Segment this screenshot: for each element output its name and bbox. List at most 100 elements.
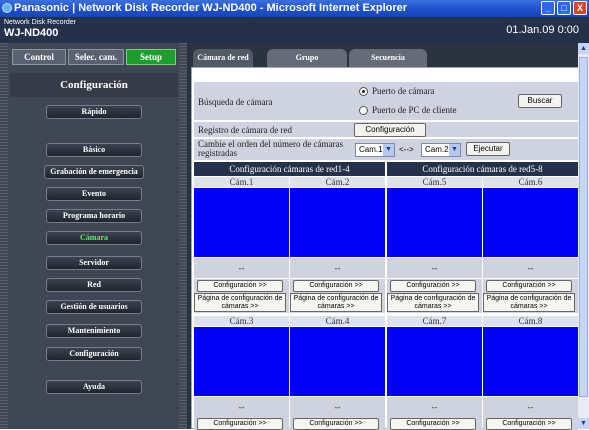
- scrollbar-thumb[interactable]: [579, 57, 588, 397]
- camera-config-button-6[interactable]: Configuración >>: [486, 280, 572, 292]
- tab-control[interactable]: Control: [12, 49, 66, 65]
- radio-client-port[interactable]: Puerto de PC de cliente: [356, 102, 466, 119]
- camera-status-7: --: [387, 397, 482, 417]
- register-config-button[interactable]: Configuración: [354, 123, 426, 137]
- camera-config-button-7[interactable]: Configuración >>: [390, 418, 476, 430]
- search-button[interactable]: Buscar: [518, 94, 562, 108]
- camera-status-6: --: [483, 258, 578, 278]
- camera-label-1: Cám.1: [194, 177, 289, 187]
- sidebar-item-gestion-usuarios[interactable]: Gestión de usuarios: [46, 300, 142, 314]
- sidebar: Control Selec. cam. Setup Configuración …: [0, 43, 187, 429]
- camera-view-4[interactable]: [290, 327, 385, 396]
- camera-view-5[interactable]: [387, 188, 482, 257]
- order-from-value: Cam.1: [359, 145, 383, 154]
- sidebar-stripes-left: [0, 43, 8, 429]
- camera-status-4: --: [290, 397, 385, 417]
- camera-label-3: Cám.3: [194, 316, 289, 326]
- execute-button[interactable]: Ejecutar: [466, 142, 510, 156]
- sidebar-item-red[interactable]: Red: [46, 278, 142, 292]
- radio-camera-port[interactable]: Puerto de cámara: [356, 83, 466, 100]
- camera-config-cell-1: Configuración >> Página de configuración…: [194, 279, 289, 313]
- camera-view-6[interactable]: [483, 188, 578, 257]
- camera-settings-panel: Búsqueda de cámara Puerto de cámara Puer…: [191, 67, 581, 430]
- order-row: Cambie el orden del número de cámaras re…: [194, 139, 578, 161]
- camera-status-8: --: [483, 397, 578, 417]
- scroll-down-icon[interactable]: ▼: [578, 418, 589, 429]
- camera-label-8: Cám.8: [483, 316, 578, 326]
- tab-grupo[interactable]: Grupo: [267, 49, 347, 67]
- camera-config-cell-6: Configuración >> Página de configuración…: [483, 279, 578, 313]
- sidebar-item-configuracion[interactable]: Configuración: [46, 347, 142, 361]
- order-from-select[interactable]: Cam.1 ▼: [355, 143, 395, 157]
- camera-label-5: Cám.5: [387, 177, 482, 187]
- chevron-down-icon: ▼: [383, 144, 394, 156]
- minimize-button[interactable]: _: [541, 1, 555, 15]
- vertical-scrollbar[interactable]: ▲ ▼: [578, 43, 589, 429]
- camera-label-7: Cám.7: [387, 316, 482, 326]
- camera-page-button-1[interactable]: Página de configuración de cámaras >>: [194, 293, 286, 312]
- sidebar-item-programa-horario[interactable]: Programa horario: [46, 209, 142, 223]
- camera-config-button-3[interactable]: Configuración >>: [197, 418, 283, 430]
- sidebar-item-mantenimiento[interactable]: Mantenimiento: [46, 324, 142, 338]
- app-header: Network Disk Recorder WJ-ND400 01.Jan.09…: [0, 17, 589, 43]
- sidebar-item-ayuda[interactable]: Ayuda: [46, 380, 142, 394]
- model-name: WJ-ND400: [4, 27, 59, 39]
- sidebar-stripes-right: [179, 43, 187, 429]
- camera-config-button-1[interactable]: Configuración >>: [197, 280, 283, 292]
- close-button[interactable]: X: [573, 1, 587, 15]
- camera-view-7[interactable]: [387, 327, 482, 396]
- chevron-down-icon: ▼: [449, 144, 460, 156]
- camera-config-cell-5: Configuración >> Página de configuración…: [387, 279, 482, 313]
- camera-view-3[interactable]: [194, 327, 289, 396]
- camera-status-2: --: [290, 258, 385, 278]
- camera-config-button-2[interactable]: Configuración >>: [293, 280, 379, 292]
- sidebar-item-rapido[interactable]: Rápido: [46, 105, 142, 119]
- camera-label-6: Cám.6: [483, 177, 578, 187]
- order-to-select[interactable]: Cam.2 ▼: [421, 143, 461, 157]
- camera-config-cell-2: Configuración >> Página de configuración…: [290, 279, 385, 313]
- search-label: Búsqueda de cámara: [198, 97, 273, 107]
- swap-label: <-->: [399, 145, 414, 154]
- tab-setup[interactable]: Setup: [126, 49, 176, 65]
- camera-view-8[interactable]: [483, 327, 578, 396]
- maximize-button[interactable]: □: [557, 1, 571, 15]
- radio-dot-selected: [359, 87, 368, 96]
- radio-dot: [359, 106, 368, 115]
- sidebar-item-basico[interactable]: Básico: [46, 143, 142, 157]
- sidebar-section-title: Configuración: [10, 73, 178, 97]
- camera-config-cell-4: Configuración >>: [290, 417, 385, 430]
- product-subtitle: Network Disk Recorder: [4, 19, 76, 26]
- window-titlebar[interactable]: Panasonic | Network Disk Recorder WJ-ND4…: [0, 0, 589, 17]
- camera-label-2: Cám.2: [290, 177, 385, 187]
- camera-view-2[interactable]: [290, 188, 385, 257]
- camera-page-button-5[interactable]: Página de configuración de cámaras >>: [387, 293, 479, 312]
- sidebar-item-camara[interactable]: Cámara: [46, 231, 142, 245]
- camera-config-cell-3: Configuración >>: [194, 417, 289, 430]
- ie-icon: [2, 3, 12, 13]
- order-label: Cambie el orden del número de cámaras re…: [198, 139, 343, 158]
- camera-page-button-6[interactable]: Página de configuración de cámaras >>: [483, 293, 575, 312]
- camera-config-cell-7: Configuración >>: [387, 417, 482, 430]
- radio-label-camera-port: Puerto de cámara: [372, 86, 435, 96]
- tab-camara-de-red[interactable]: Cámara de red: [193, 49, 253, 67]
- tab-select-camera[interactable]: Selec. cam.: [68, 49, 124, 65]
- register-label: Registro de cámara de red: [198, 125, 292, 135]
- tab-secuencia[interactable]: Secuencia: [349, 49, 427, 67]
- scroll-up-icon[interactable]: ▲: [578, 43, 589, 54]
- camera-view-1[interactable]: [194, 188, 289, 257]
- datetime-display: 01.Jan.09 0:00: [506, 24, 579, 36]
- camera-config-button-8[interactable]: Configuración >>: [486, 418, 572, 430]
- register-row: Registro de cámara de red Configuración: [194, 122, 578, 138]
- main-content: Cámara de red Grupo Secuencia Búsqueda d…: [187, 43, 589, 430]
- sidebar-item-servidor[interactable]: Servidor: [46, 256, 142, 270]
- camera-label-4: Cám.4: [290, 316, 385, 326]
- sidebar-item-evento[interactable]: Evento: [46, 187, 142, 201]
- window-title: Panasonic | Network Disk Recorder WJ-ND4…: [14, 2, 408, 14]
- camera-config-button-4[interactable]: Configuración >>: [293, 418, 379, 430]
- camera-page-button-2[interactable]: Página de configuración de cámaras >>: [290, 293, 382, 312]
- sidebar-item-grabacion-emergencia[interactable]: Grabación de emergencia: [44, 165, 144, 179]
- camera-status-3: --: [194, 397, 289, 417]
- camera-config-button-5[interactable]: Configuración >>: [390, 280, 476, 292]
- order-to-value: Cam.2: [425, 145, 449, 154]
- search-row: Búsqueda de cámara Puerto de cámara Puer…: [194, 82, 578, 121]
